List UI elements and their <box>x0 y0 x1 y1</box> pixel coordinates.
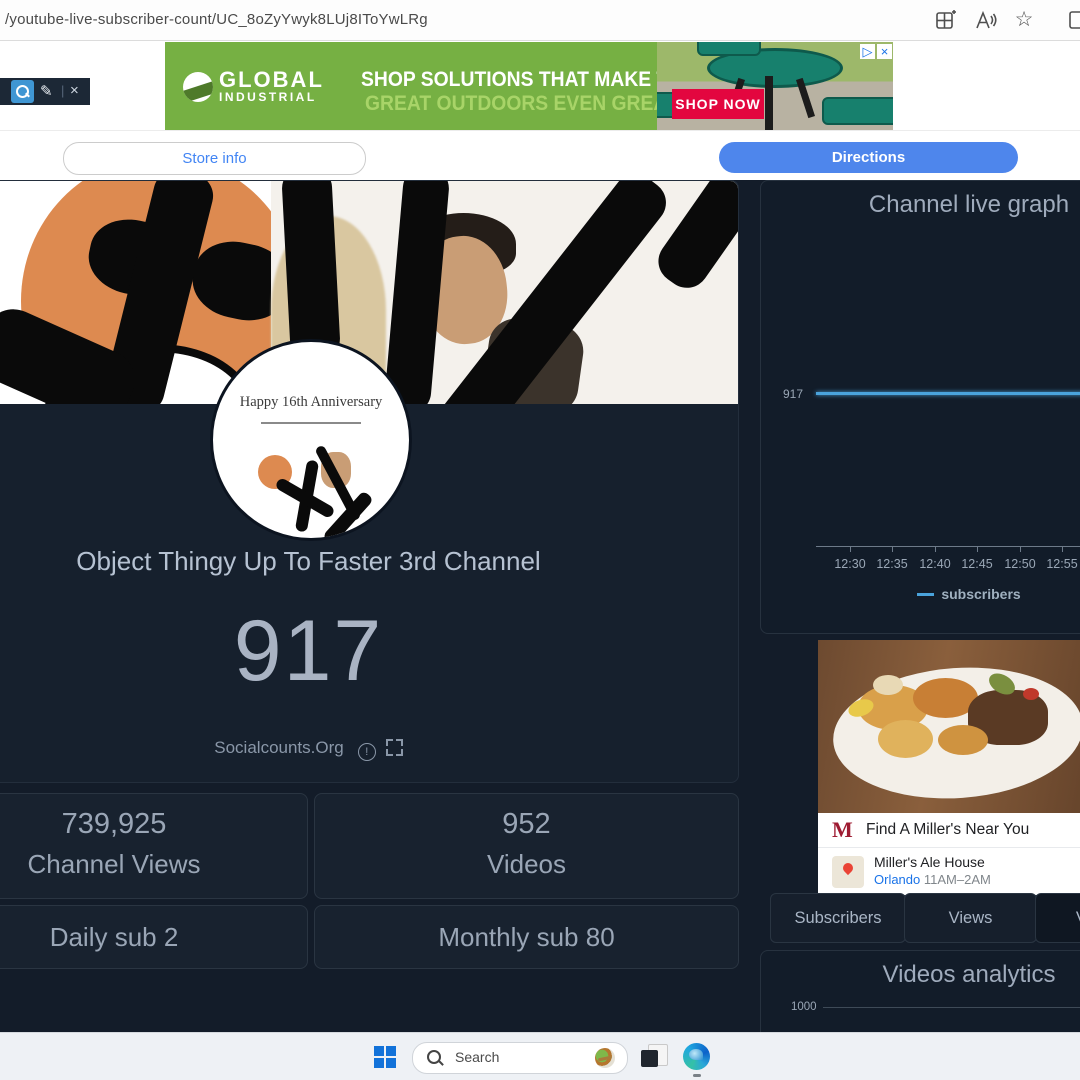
local-ad-row: Store info Directions <box>0 130 1080 181</box>
shop-now-button[interactable]: SHOP NOW <box>672 89 764 119</box>
logo-word-top: GLOBAL <box>219 67 324 92</box>
monthly-sub-label: Monthly sub 80 <box>438 922 615 952</box>
analytics-title: Videos analytics <box>882 961 1056 988</box>
edge-browser-icon[interactable] <box>683 1043 710 1070</box>
ad-headline[interactable]: Find A Miller's Near You <box>866 821 1029 839</box>
taskview-app-icon[interactable] <box>641 1044 668 1070</box>
subscribers-line <box>816 392 1080 395</box>
search-label: Search <box>455 1049 500 1065</box>
stat-card-daily-sub: Daily sub 2 <box>0 905 308 969</box>
sidebar-icon[interactable] <box>1068 8 1080 32</box>
fullscreen-icon[interactable] <box>385 739 403 756</box>
toolbar-close-icon[interactable]: × <box>70 82 79 99</box>
x-tick: 12:35 <box>876 557 908 571</box>
chart-legend[interactable]: subscribers <box>761 586 1080 602</box>
stat-card-channel-views: 739,925 Channel Views <box>0 793 308 899</box>
source-row: Socialcounts.Org! <box>0 738 617 761</box>
taskbar-search-input[interactable]: Search <box>412 1042 628 1074</box>
visual-search-icon[interactable] <box>11 80 34 103</box>
page-content: Happy 16th Anniversary Object Thingy Up … <box>0 180 1080 1032</box>
ad-headline-line2: GREAT OUTDOORS EVEN GREATER <box>365 92 705 115</box>
ad-headline-row[interactable]: M Find A Miller's Near You <box>818 813 1080 847</box>
global-industrial-logo-icon <box>183 72 213 102</box>
channel-avatar[interactable]: Happy 16th Anniversary <box>210 339 412 541</box>
workspaces-icon[interactable] <box>933 8 957 32</box>
live-graph-title: Channel live graph <box>868 191 1070 218</box>
search-daily-emoji-icon <box>595 1048 615 1068</box>
search-icon <box>427 1050 444 1066</box>
business-city-link[interactable]: Orlando 11AM–2AM <box>874 872 991 887</box>
logo-word-bottom: INDUSTRIAL <box>219 90 317 104</box>
subscriber-count: 917 <box>233 603 384 699</box>
channel-name: Object Thingy Up To Faster 3rd Channel <box>76 546 541 576</box>
ad-headline-line1: SHOP SOLUTIONS THAT MAKE THE <box>361 68 696 91</box>
channel-views-label: Channel Views <box>27 849 201 879</box>
x-tick: 12:45 <box>961 557 993 571</box>
x-tick: 12:40 <box>919 557 951 571</box>
stat-card-monthly-sub: Monthly sub 80 <box>314 905 739 969</box>
ad-location-row[interactable]: Miller's Ale House Orlando 11AM–2AM <box>818 847 1080 895</box>
banner-ad-global-industrial[interactable]: GLOBAL INDUSTRIAL SHOP SOLUTIONS THAT MA… <box>165 42 893 130</box>
edge-running-indicator <box>693 1074 701 1077</box>
directions-button[interactable]: Directions <box>719 142 1018 173</box>
millers-logo-icon: M <box>832 817 853 842</box>
toolbar-divider: | <box>61 83 65 98</box>
legend-label[interactable]: subscribers <box>941 586 1020 602</box>
live-graph-card: Channel live graph 917 12:30 12:35 12:40… <box>760 180 1080 634</box>
x-axis <box>816 546 1080 547</box>
videos-value: 952 <box>502 808 551 840</box>
windows-taskbar: Search <box>0 1032 1080 1080</box>
daily-sub-label: Daily sub 2 <box>49 922 179 952</box>
favorites-star-icon[interactable]: ☆ <box>1012 8 1036 32</box>
videos-analytics-card: Videos analytics 1000 <box>760 950 1080 1032</box>
tab-views[interactable]: Views <box>904 893 1037 943</box>
x-tick: 12:55 <box>1046 557 1078 571</box>
url-text[interactable]: /youtube-live-subscriber-count/UC_8oZyYw… <box>5 11 428 28</box>
analytics-gridline <box>823 1007 1080 1008</box>
adchoices-icon[interactable]: ▷ <box>860 44 875 59</box>
source-label: Socialcounts.Org <box>214 738 344 757</box>
analytics-y-tick: 1000 <box>791 1001 817 1013</box>
info-icon[interactable]: ! <box>357 743 376 761</box>
legend-line-swatch <box>917 593 935 596</box>
videos-label: Videos <box>486 849 567 879</box>
global-industrial-logo: GLOBAL INDUSTRIAL <box>219 67 324 104</box>
x-tick: 12:50 <box>1004 557 1036 571</box>
map-thumbnail-icon <box>832 856 864 888</box>
store-info-button[interactable]: Store info <box>63 142 366 175</box>
avatar-caption: Happy 16th Anniversary <box>239 394 383 410</box>
ad-close-icon[interactable]: × <box>877 44 892 59</box>
snip-toolbar: ✎ | × <box>0 78 90 105</box>
read-aloud-icon[interactable] <box>973 8 997 32</box>
business-hours: 11AM–2AM <box>923 872 991 887</box>
y-axis-label: 917 <box>783 387 804 401</box>
desktop-screen: /youtube-live-subscriber-count/UC_8oZyYw… <box>0 0 1080 1080</box>
ad-background: GLOBAL INDUSTRIAL SHOP SOLUTIONS THAT MA… <box>165 42 705 130</box>
edit-pencil-icon[interactable]: ✎ <box>40 82 53 100</box>
tab-videos[interactable]: Videos <box>1035 893 1080 943</box>
stat-card-videos: 952 Videos <box>314 793 739 899</box>
tab-subscribers[interactable]: Subscribers <box>770 893 906 943</box>
channel-views-value: 739,925 <box>61 808 167 840</box>
millers-ad[interactable]: M Find A Miller's Near You Miller's Ale … <box>818 640 1080 895</box>
business-name[interactable]: Miller's Ale House <box>874 854 985 870</box>
start-button-icon[interactable] <box>374 1046 396 1068</box>
x-tick: 12:30 <box>834 557 866 571</box>
food-photo <box>818 640 1080 813</box>
browser-address-bar[interactable]: /youtube-live-subscriber-count/UC_8oZyYw… <box>0 0 1080 41</box>
